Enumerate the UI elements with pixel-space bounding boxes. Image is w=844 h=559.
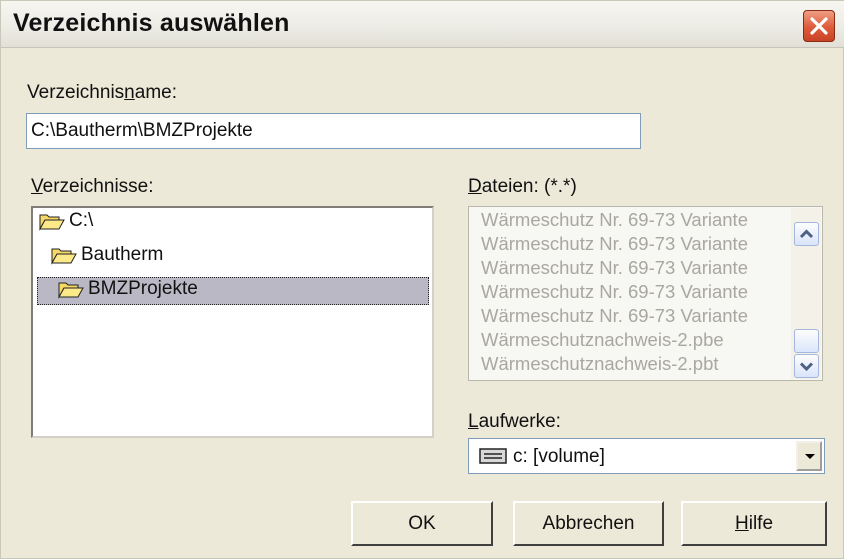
drive-select[interactable]: c: [volume] xyxy=(468,438,825,474)
file-list[interactable]: Wärmeschutz Nr. 69-73 Variante Wärmeschu… xyxy=(468,206,823,381)
drives-label: Laufwerke: xyxy=(468,411,561,432)
file-item[interactable]: Wärmeschutz Nr. 69-73 Variante xyxy=(481,233,748,255)
drive-select-value: c: [volume] xyxy=(513,446,605,467)
scroll-up-button[interactable] xyxy=(794,222,819,246)
directory-list[interactable]: C:\ Bautherm BMZProjekte xyxy=(31,206,434,438)
drive-icon xyxy=(479,448,507,464)
close-button[interactable] xyxy=(803,10,835,42)
dirname-label: Verzeichnisname: xyxy=(27,82,177,103)
close-icon xyxy=(810,17,828,35)
window-title: Verzeichnis auswählen xyxy=(13,9,290,37)
file-item[interactable]: Wärmeschutz Nr. 69-73 Variante xyxy=(481,209,748,231)
dirname-input[interactable]: C:\Bautherm\BMZProjekte xyxy=(26,113,641,149)
dropdown-arrow-icon xyxy=(805,454,815,459)
directories-label: Verzeichnisse: xyxy=(31,176,154,197)
dialog-window: Verzeichnis auswählen Verzeichnisname: C… xyxy=(0,0,844,559)
scroll-down-button[interactable] xyxy=(794,354,819,378)
open-folder-icon xyxy=(58,282,84,299)
file-item[interactable]: Wärmeschutznachweis-2.pbe xyxy=(481,329,724,351)
directory-item-root[interactable]: C:\ xyxy=(39,210,93,238)
dropdown-button[interactable] xyxy=(796,441,822,471)
cancel-button[interactable]: Abbrechen xyxy=(513,501,664,546)
help-button[interactable]: Hilfe xyxy=(681,501,827,546)
ok-button[interactable]: OK xyxy=(351,501,493,546)
title-bar[interactable]: Verzeichnis auswählen xyxy=(1,1,844,48)
files-label: Dateien: (*.*) xyxy=(468,176,577,197)
scroll-thumb[interactable] xyxy=(794,329,819,353)
directory-item-bautherm[interactable]: Bautherm xyxy=(51,244,163,272)
open-folder-icon xyxy=(39,214,65,231)
file-item[interactable]: Wärmeschutznachweis-2.pbt xyxy=(481,353,719,375)
directory-item-bmzprojekte[interactable]: BMZProjekte xyxy=(37,277,429,305)
file-item[interactable]: Wärmeschutz Nr. 69-73 Variante xyxy=(481,257,748,279)
file-list-scrollbar[interactable] xyxy=(791,208,821,379)
file-item[interactable]: Wärmeschutz Nr. 69-73 Variante xyxy=(481,305,748,327)
open-folder-icon xyxy=(51,248,77,265)
arrow-up-icon xyxy=(799,229,814,239)
file-item[interactable]: Wärmeschutz Nr. 69-73 Variante xyxy=(481,281,748,303)
arrow-down-icon xyxy=(799,362,814,372)
